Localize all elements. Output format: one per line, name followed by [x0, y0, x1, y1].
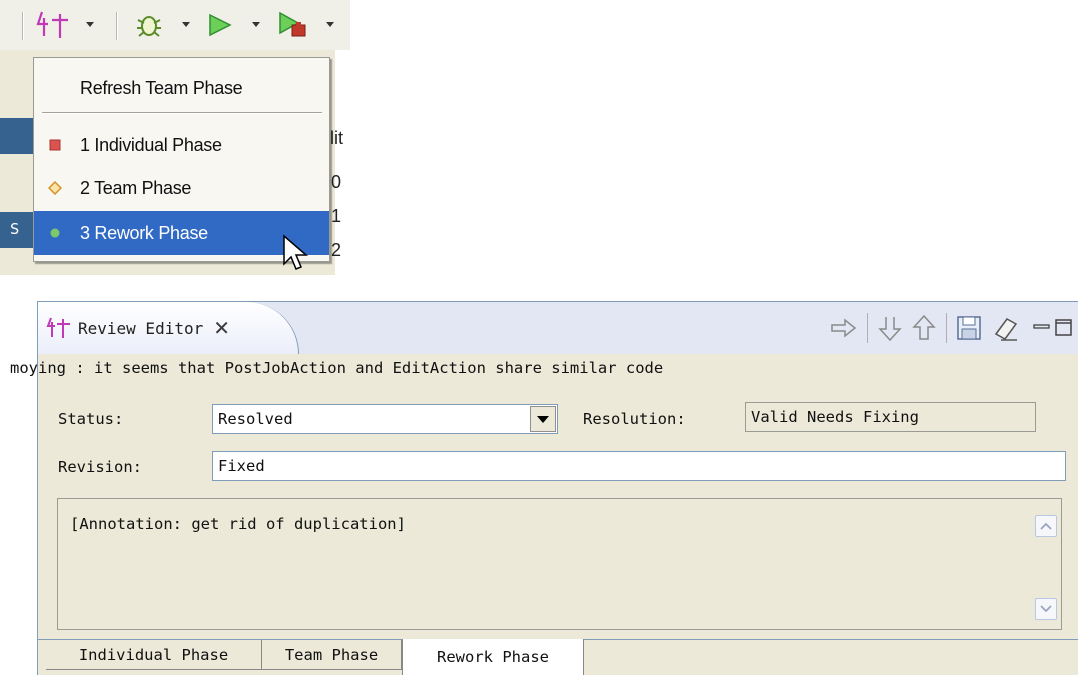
- menu-item-label: Refresh Team Phase: [80, 77, 243, 98]
- review-editor-icon: [46, 317, 70, 338]
- debug-button[interactable]: [134, 8, 164, 42]
- annotation-description: moying : it seems that PostJobAction and…: [10, 359, 664, 377]
- review-phase-menu: Refresh Team Phase 1 Individual Phase 2 …: [33, 57, 330, 262]
- resolution-value: Valid Needs Fixing: [751, 408, 919, 426]
- run-dropdown-arrow-icon[interactable]: [252, 22, 260, 27]
- red-square-icon: [49, 139, 61, 151]
- background-digit: 2: [331, 240, 342, 260]
- scroll-down-arrow-icon: [1040, 605, 1052, 613]
- menu-item-label: 3 Rework Phase: [80, 222, 208, 243]
- minimize-icon[interactable]: [1031, 317, 1053, 339]
- menu-item-team-phase[interactable]: 2 Team Phase: [34, 166, 329, 210]
- scroll-up-button[interactable]: [1035, 515, 1057, 537]
- orange-diamond-icon: [48, 181, 62, 195]
- background-digit: 1: [331, 206, 342, 226]
- menu-item-label: 2 Team Phase: [80, 177, 192, 198]
- status-value: Resolved: [218, 410, 293, 428]
- revision-field[interactable]: Fixed: [212, 451, 1066, 481]
- view-toolbar: [829, 310, 1075, 346]
- status-dropdown-button[interactable]: [530, 406, 556, 432]
- maximize-icon[interactable]: [1053, 317, 1075, 339]
- main-toolbar: [0, 0, 350, 50]
- tab-individual-phase[interactable]: Individual Phase: [46, 640, 262, 670]
- review-editor-view: Review Editor ✕ moying : it seems that P…: [10, 301, 1078, 675]
- background-view-tab: [0, 118, 36, 154]
- resolution-label: Resolution:: [583, 410, 686, 428]
- tab-rework-phase[interactable]: Rework Phase: [402, 639, 584, 675]
- run-button[interactable]: [204, 8, 234, 42]
- menu-separator: [42, 112, 322, 114]
- toolbar-separator: [22, 12, 24, 40]
- save-icon[interactable]: [955, 314, 983, 342]
- close-icon[interactable]: ✕: [213, 316, 230, 340]
- tab-team-phase[interactable]: Team Phase: [262, 640, 402, 670]
- annotation-text: [Annotation: get rid of duplication]: [70, 515, 406, 533]
- external-tools-dropdown-arrow-icon[interactable]: [326, 22, 334, 27]
- mouse-cursor-icon: [283, 234, 309, 270]
- bug-icon: [137, 16, 161, 37]
- tab-review-editor[interactable]: Review Editor ✕: [38, 302, 299, 354]
- review-plugin-button[interactable]: [36, 8, 72, 42]
- revision-value: Fixed: [218, 457, 265, 475]
- previous-arrow-up-icon[interactable]: [910, 314, 938, 342]
- annotation-text-area[interactable]: [Annotation: get rid of duplication]: [57, 498, 1062, 630]
- background-digit: 0: [331, 172, 342, 192]
- review-plugin-icon: [36, 11, 68, 38]
- view-tab-bar: Review Editor ✕: [38, 302, 1078, 354]
- resolution-field[interactable]: Valid Needs Fixing: [745, 402, 1036, 432]
- editor-content: moying : it seems that PostJobAction and…: [10, 354, 1078, 639]
- chevron-down-icon: [537, 415, 549, 423]
- green-dot-icon: [50, 228, 60, 238]
- status-combo[interactable]: Resolved: [212, 404, 558, 434]
- next-arrow-down-icon[interactable]: [876, 314, 904, 342]
- menu-item-refresh-team-phase[interactable]: Refresh Team Phase: [34, 66, 329, 110]
- tab-label: Rework Phase: [437, 648, 549, 666]
- review-dropdown-arrow-icon[interactable]: [86, 22, 94, 27]
- debug-dropdown-arrow-icon[interactable]: [182, 22, 190, 27]
- external-tools-icon: [279, 11, 306, 37]
- scroll-up-arrow-icon: [1040, 522, 1052, 530]
- tab-title: Review Editor: [78, 318, 204, 338]
- toolbar-separator: [116, 12, 118, 40]
- toolbar-separator: [946, 313, 947, 343]
- status-label: Status:: [58, 410, 124, 428]
- tab-label: Individual Phase: [78, 645, 229, 664]
- tab-label: Team Phase: [284, 645, 379, 664]
- revision-label: Revision:: [58, 458, 142, 476]
- menu-item-individual-phase[interactable]: 1 Individual Phase: [34, 123, 329, 167]
- toolbar-separator: [867, 313, 868, 343]
- external-tools-button[interactable]: [276, 8, 308, 42]
- go-to-annotation-icon[interactable]: [829, 316, 859, 340]
- scroll-down-button[interactable]: [1035, 598, 1057, 620]
- eraser-icon[interactable]: [991, 314, 1021, 342]
- run-icon: [209, 13, 232, 37]
- phase-tab-bar: Individual Phase Team Phase Rework Phase: [38, 639, 1078, 675]
- background-letter: S: [10, 220, 20, 238]
- background-column-header: lit: [330, 128, 343, 148]
- menu-item-label: 1 Individual Phase: [80, 134, 222, 155]
